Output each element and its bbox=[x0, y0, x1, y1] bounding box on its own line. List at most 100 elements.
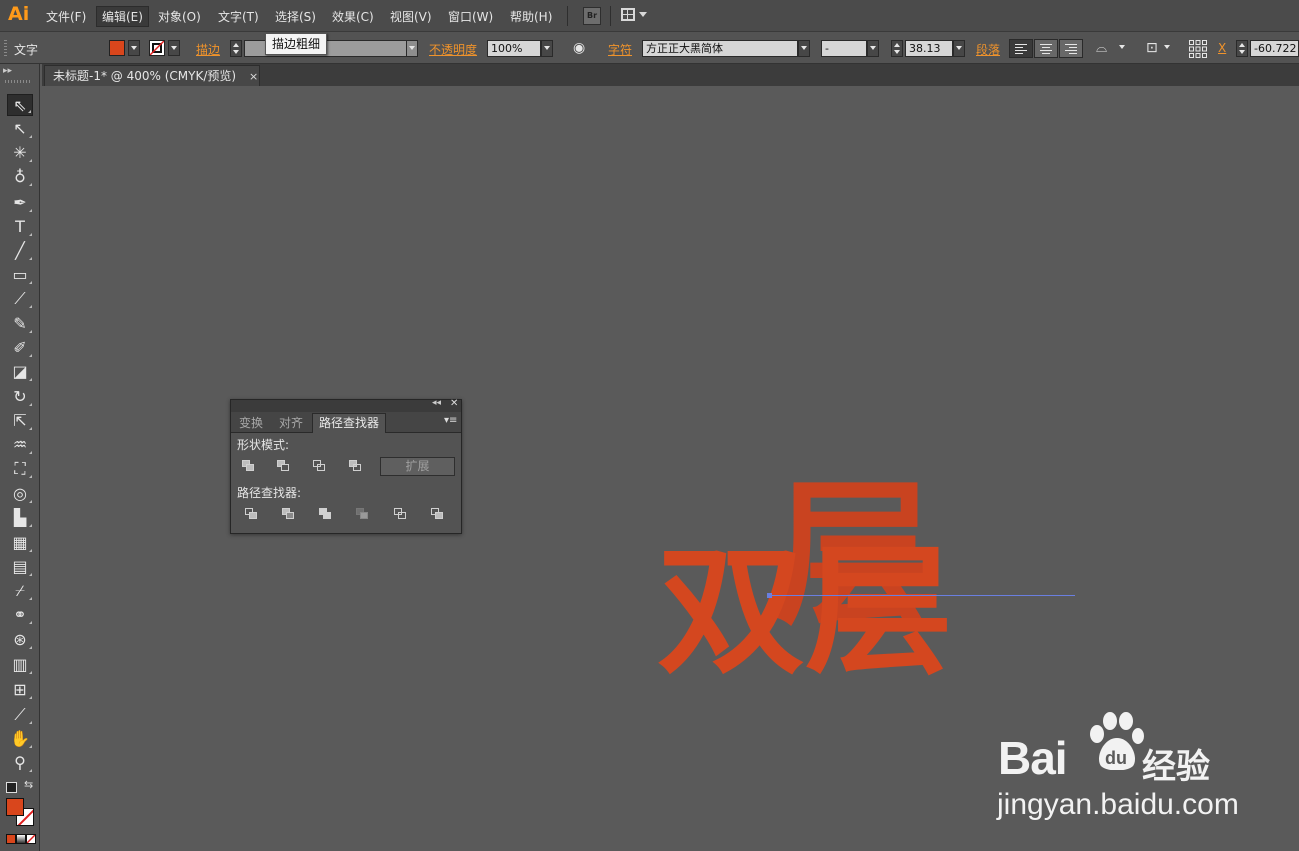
eraser-tool-icon[interactable]: ◪ bbox=[7, 361, 33, 383]
panel-title-bar[interactable]: ◂◂ ✕ bbox=[231, 398, 461, 412]
menu-file[interactable]: 文件(F) bbox=[46, 8, 86, 25]
selection-tool-icon[interactable]: ⇖ bbox=[7, 94, 33, 116]
gradient-mode-icon[interactable] bbox=[16, 834, 26, 844]
opacity-dropdown[interactable] bbox=[541, 40, 553, 57]
menu-view[interactable]: 视图(V) bbox=[390, 8, 432, 25]
font-size-dropdown[interactable] bbox=[953, 40, 965, 57]
free-transform-tool-icon[interactable]: ⛶ bbox=[7, 458, 33, 480]
chevron-down-icon[interactable] bbox=[639, 12, 647, 17]
pencil-tool-icon[interactable]: ✎ bbox=[7, 313, 33, 335]
expand-button[interactable]: 扩展 bbox=[380, 457, 455, 476]
tab-align[interactable]: 对齐 bbox=[279, 414, 303, 432]
recolor-icon[interactable]: ◉ bbox=[573, 41, 585, 55]
minus-back-icon[interactable] bbox=[431, 508, 445, 521]
mesh-tool-icon[interactable]: ▦ bbox=[7, 532, 33, 554]
color-mode-icon[interactable] bbox=[6, 834, 16, 844]
trim-icon[interactable] bbox=[282, 508, 296, 521]
warp-tool-icon[interactable]: ♒ bbox=[7, 434, 33, 456]
rectangle-tool-icon[interactable]: ▭ bbox=[7, 264, 33, 286]
font-style-dropdown[interactable] bbox=[867, 40, 879, 57]
unite-icon[interactable] bbox=[242, 460, 256, 473]
menu-edit[interactable]: 编辑(E) bbox=[96, 6, 149, 27]
outline-icon[interactable] bbox=[394, 508, 408, 521]
tab-pathfinder[interactable]: 路径查找器 bbox=[312, 413, 387, 433]
shape-builder-tool-icon[interactable]: ◎ bbox=[7, 483, 33, 505]
artwork-text-front[interactable]: 双层 bbox=[657, 531, 953, 680]
menu-effect[interactable]: 效果(C) bbox=[332, 8, 374, 25]
artboard-tool-icon[interactable]: ⊞ bbox=[7, 679, 33, 701]
reference-point-icon[interactable]: ⊡ bbox=[1146, 41, 1158, 55]
stroke-dropdown[interactable] bbox=[168, 40, 180, 56]
warp-dropdown[interactable] bbox=[1117, 40, 1129, 56]
slice-tool-icon[interactable]: ⟋ bbox=[7, 704, 33, 726]
envelope-warp-icon[interactable]: ⌓ bbox=[1096, 41, 1107, 55]
menu-help[interactable]: 帮助(H) bbox=[510, 8, 552, 25]
font-family-dropdown[interactable] bbox=[798, 40, 810, 57]
scale-tool-icon[interactable]: ⇱ bbox=[7, 410, 33, 432]
lasso-tool-icon[interactable]: ♁ bbox=[7, 166, 33, 188]
fill-swatch[interactable] bbox=[109, 40, 125, 56]
font-family-field[interactable]: 方正正大黑简体 bbox=[642, 40, 798, 57]
eyedropper-tool-icon[interactable]: ⌿ bbox=[7, 580, 33, 602]
paragraph-label[interactable]: 段落 bbox=[976, 41, 1000, 58]
perspective-grid-tool-icon[interactable]: ▙ bbox=[7, 507, 33, 529]
zoom-tool-icon[interactable]: ⚲ bbox=[7, 752, 33, 774]
hand-tool-icon[interactable]: ✋ bbox=[7, 728, 33, 750]
collapse-icon[interactable]: ▸▸ bbox=[3, 66, 12, 76]
font-style-field[interactable]: - bbox=[821, 40, 867, 57]
rotate-tool-icon[interactable]: ↻ bbox=[7, 386, 33, 408]
collapse-panel-icon[interactable]: ◂◂ bbox=[432, 398, 441, 408]
tools-grip[interactable] bbox=[5, 80, 31, 83]
menu-object[interactable]: 对象(O) bbox=[158, 8, 201, 25]
stroke-label[interactable]: 描边 bbox=[196, 41, 220, 58]
bridge-button[interactable]: Br bbox=[583, 7, 601, 25]
stroke-swatch[interactable] bbox=[149, 40, 165, 56]
fill-dropdown[interactable] bbox=[128, 40, 140, 56]
align-left-button[interactable] bbox=[1009, 39, 1033, 58]
stroke-weight-spinner[interactable] bbox=[230, 40, 242, 57]
grip-handle[interactable] bbox=[4, 40, 7, 56]
merge-icon[interactable] bbox=[319, 508, 333, 521]
align-right-button[interactable] bbox=[1059, 39, 1083, 58]
divide-icon[interactable] bbox=[245, 508, 259, 521]
default-colors-icon[interactable] bbox=[6, 782, 17, 793]
tab-transform[interactable]: 变换 bbox=[239, 414, 263, 432]
panel-menu-icon[interactable]: ▾≡ bbox=[444, 415, 457, 426]
none-mode-icon[interactable] bbox=[26, 834, 36, 844]
crop-icon[interactable] bbox=[356, 508, 370, 521]
blend-tool-icon[interactable]: ⚭ bbox=[7, 604, 33, 626]
gradient-tool-icon[interactable]: ▤ bbox=[7, 556, 33, 578]
menu-type[interactable]: 文字(T) bbox=[218, 8, 259, 25]
symbol-sprayer-tool-icon[interactable]: ⊛ bbox=[7, 629, 33, 651]
close-icon[interactable]: × bbox=[249, 67, 258, 87]
opacity-label[interactable]: 不透明度 bbox=[429, 41, 477, 58]
x-field[interactable]: -60.722 bbox=[1250, 40, 1299, 57]
font-size-spinner[interactable] bbox=[891, 40, 903, 57]
magic-wand-tool-icon[interactable]: ✳ bbox=[7, 142, 33, 164]
fill-color-swatch[interactable] bbox=[6, 798, 24, 816]
text-anchor-point[interactable] bbox=[767, 593, 772, 598]
line-tool-icon[interactable]: ╱ bbox=[7, 240, 33, 262]
blob-brush-tool-icon[interactable]: ✐ bbox=[7, 337, 33, 359]
pen-tool-icon[interactable]: ✒ bbox=[7, 192, 33, 214]
swap-colors-icon[interactable]: ⇆ bbox=[24, 778, 33, 791]
reference-dropdown[interactable] bbox=[1162, 40, 1174, 56]
x-spinner[interactable] bbox=[1236, 40, 1248, 57]
minus-front-icon[interactable] bbox=[277, 460, 291, 473]
menu-window[interactable]: 窗口(W) bbox=[448, 8, 493, 25]
document-tab[interactable]: 未标题-1* @ 400% (CMYK/预览) × bbox=[44, 65, 260, 86]
align-center-button[interactable] bbox=[1034, 39, 1058, 58]
stroke-weight-dropdown[interactable] bbox=[406, 40, 418, 57]
close-icon[interactable]: ✕ bbox=[450, 398, 458, 409]
x-label[interactable]: X bbox=[1218, 41, 1226, 55]
paintbrush-tool-icon[interactable]: ⟋ bbox=[7, 288, 33, 310]
direct-selection-tool-icon[interactable]: ↖ bbox=[7, 118, 33, 140]
exclude-icon[interactable] bbox=[349, 460, 363, 473]
column-graph-tool-icon[interactable]: ▥ bbox=[7, 654, 33, 676]
intersect-icon[interactable] bbox=[313, 460, 327, 473]
type-tool-icon[interactable]: T bbox=[7, 216, 33, 238]
opacity-field[interactable]: 100% bbox=[487, 40, 541, 57]
workspace-layout-icon[interactable] bbox=[621, 8, 635, 21]
font-size-field[interactable]: 38.13 bbox=[905, 40, 953, 57]
menu-select[interactable]: 选择(S) bbox=[275, 8, 316, 25]
